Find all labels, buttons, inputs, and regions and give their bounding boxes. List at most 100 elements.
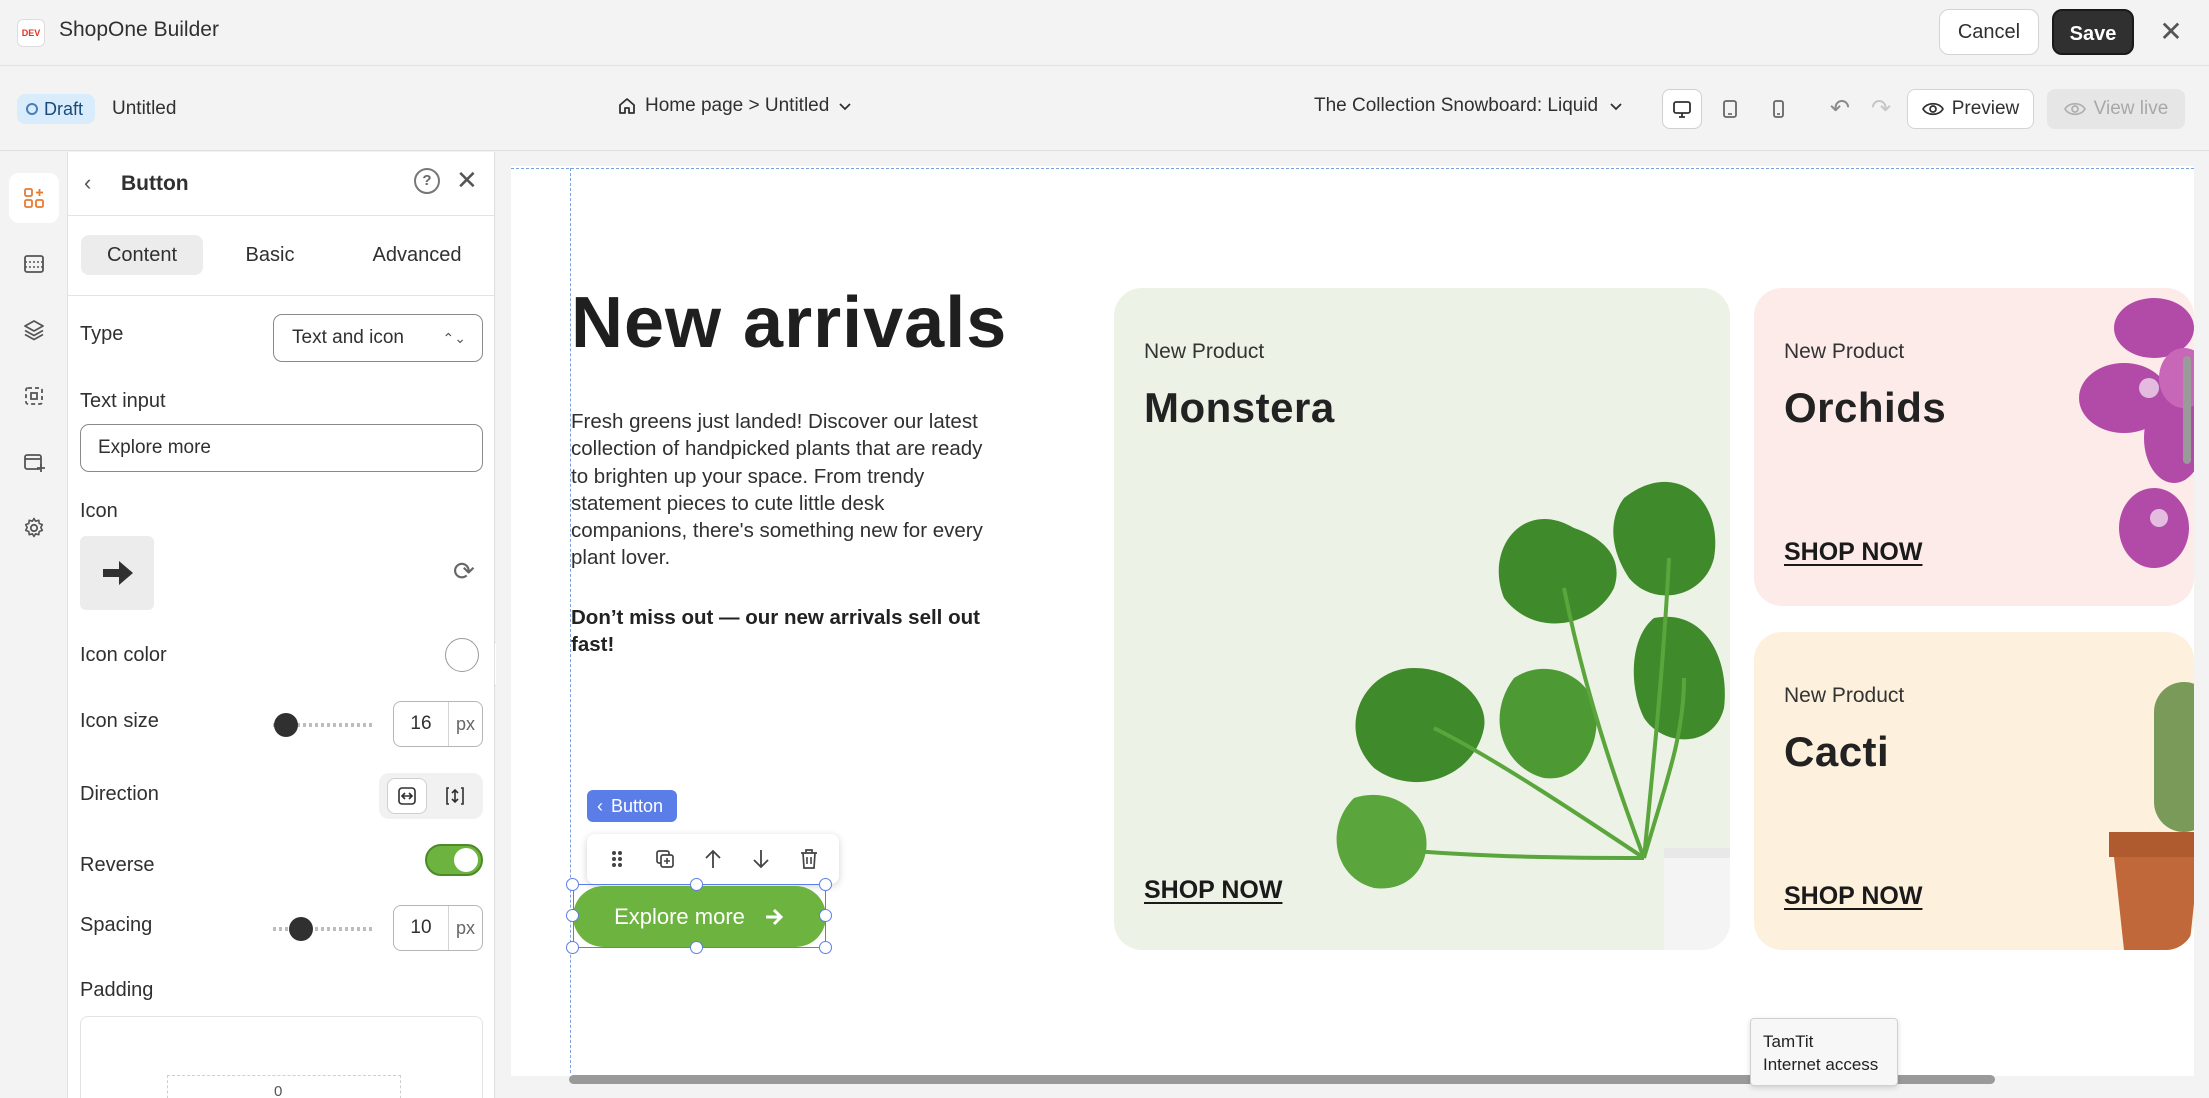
hero-heading[interactable]: New arrivals xyxy=(571,282,1007,364)
components-icon xyxy=(25,387,43,405)
add-elements-button[interactable] xyxy=(9,173,59,223)
direction-horizontal-button[interactable] xyxy=(387,778,427,814)
spacing-field[interactable]: 10 px xyxy=(393,905,483,951)
spacing-label: Spacing xyxy=(80,914,153,936)
document-title[interactable]: Untitled xyxy=(112,98,176,120)
theme-select-label: The Collection Snowboard: Liquid xyxy=(1314,95,1599,116)
app-title: ShopOne Builder xyxy=(59,18,219,41)
type-select[interactable]: Text and icon ⌃⌄ xyxy=(273,314,483,362)
pages-icon xyxy=(24,454,45,472)
icon-color-swatch[interactable] xyxy=(445,638,479,672)
arrow-right-icon xyxy=(103,561,133,585)
reverse-toggle[interactable] xyxy=(425,844,483,876)
drag-handle-icon[interactable] xyxy=(600,842,634,876)
resize-handle[interactable] xyxy=(690,941,703,954)
mobile-icon xyxy=(1773,100,1784,118)
resize-handle[interactable] xyxy=(690,878,703,891)
preview-label: Preview xyxy=(1951,98,2020,119)
layers-button[interactable] xyxy=(9,305,59,355)
tab-content[interactable]: Content xyxy=(81,235,203,275)
card-title: Cacti xyxy=(1784,728,1890,775)
mobile-view-button[interactable] xyxy=(1758,89,1798,129)
panel-title: Button xyxy=(121,172,189,195)
desktop-view-button[interactable] xyxy=(1662,89,1702,129)
resize-handle[interactable] xyxy=(819,909,832,922)
icon-size-field[interactable]: 16 px xyxy=(393,701,483,747)
close-icon[interactable]: ✕ xyxy=(2157,14,2185,50)
resize-handle[interactable] xyxy=(566,909,579,922)
trash-icon[interactable] xyxy=(792,842,826,876)
padding-inner-box: 0 xyxy=(167,1075,401,1098)
duplicate-icon[interactable] xyxy=(648,842,682,876)
shop-now-link[interactable]: SHOP NOW xyxy=(1784,538,1922,567)
selection-label[interactable]: ‹ Button xyxy=(587,790,678,822)
vertical-scrollbar-thumb[interactable] xyxy=(2183,356,2191,464)
resize-handle[interactable] xyxy=(819,941,832,954)
padding-top-value[interactable]: 0 xyxy=(274,1083,282,1098)
settings-button[interactable] xyxy=(9,503,59,553)
save-button[interactable]: Save xyxy=(2052,9,2134,55)
sections-button[interactable] xyxy=(9,239,59,289)
horizontal-direction-icon xyxy=(398,787,416,805)
close-icon[interactable]: ✕ xyxy=(456,165,478,196)
page-breadcrumb[interactable]: Home page > Untitled xyxy=(617,95,853,117)
pages-button[interactable] xyxy=(9,437,59,487)
sections-icon xyxy=(24,255,44,273)
app-logo: DEV xyxy=(17,19,45,47)
back-icon[interactable]: ‹ xyxy=(84,170,91,196)
shop-now-link[interactable]: SHOP NOW xyxy=(1144,876,1282,905)
cactus-pot-image xyxy=(2109,682,2194,950)
tab-advanced[interactable]: Advanced xyxy=(357,235,477,275)
view-live-button[interactable]: View live xyxy=(2047,89,2185,129)
tablet-view-button[interactable] xyxy=(1710,89,1750,129)
button-text-input[interactable]: Explore more xyxy=(80,424,483,472)
tab-basic[interactable]: Basic xyxy=(225,235,315,275)
resize-handle[interactable] xyxy=(819,878,832,891)
spacing-slider-thumb[interactable] xyxy=(289,917,313,941)
chevron-down-icon xyxy=(839,103,851,111)
eye-icon xyxy=(1921,102,1944,116)
shop-now-link[interactable]: SHOP NOW xyxy=(1784,882,1922,911)
resize-handle[interactable] xyxy=(566,941,579,954)
tablet-icon xyxy=(1723,100,1737,118)
move-down-icon[interactable] xyxy=(744,842,778,876)
desktop-icon xyxy=(1673,101,1691,118)
card-eyebrow: New Product xyxy=(1784,684,1905,707)
undo-icon[interactable]: ↶ xyxy=(1823,91,1857,127)
spacing-value[interactable]: 10 xyxy=(394,906,448,950)
editor-toolbar: Draft Untitled Home page > Untitled The … xyxy=(0,67,2209,151)
direction-vertical-button[interactable] xyxy=(435,778,475,814)
icon-label: Icon xyxy=(80,500,118,522)
resize-handle[interactable] xyxy=(566,878,579,891)
card-title: Monstera xyxy=(1144,384,1335,431)
icon-size-value[interactable]: 16 xyxy=(394,702,448,746)
title-bar: DEV ShopOne Builder Cancel Save ✕ xyxy=(0,0,2209,66)
type-select-value: Text and icon xyxy=(292,327,404,348)
vertical-scrollbar[interactable] xyxy=(2180,170,2190,1070)
spacing-slider-track[interactable] xyxy=(273,927,373,931)
move-up-icon[interactable] xyxy=(696,842,730,876)
orchid-flower-image xyxy=(2079,298,2194,568)
section-outline xyxy=(511,168,2194,169)
hero-description[interactable]: Fresh greens just landed! Discover our l… xyxy=(571,408,1001,572)
icon-size-slider-thumb[interactable] xyxy=(274,713,298,737)
components-button[interactable] xyxy=(9,371,59,421)
padding-label: Padding xyxy=(80,979,154,1001)
redo-icon[interactable]: ↷ xyxy=(1864,91,1898,127)
refresh-icon[interactable]: ⟳ xyxy=(453,556,475,587)
direction-label: Direction xyxy=(80,783,159,805)
settings-panel: ‹ Button ? ✕ Content Basic Advanced Type… xyxy=(68,152,495,1098)
product-card-cacti[interactable]: New Product Cacti SHOP NOW xyxy=(1754,632,2194,950)
help-icon[interactable]: ? xyxy=(414,168,440,194)
hero-note[interactable]: Don’t miss out — our new arrivals sell o… xyxy=(571,604,1011,658)
vertical-direction-icon xyxy=(446,787,464,805)
divider xyxy=(68,215,494,216)
product-card-orchids[interactable]: New Product Orchids SHOP NOW xyxy=(1754,288,2194,606)
theme-select[interactable]: The Collection Snowboard: Liquid xyxy=(1314,95,1624,117)
icon-picker[interactable] xyxy=(80,536,154,610)
chevron-updown-icon: ⌃⌄ xyxy=(442,330,466,346)
preview-button[interactable]: Preview xyxy=(1907,89,2034,129)
product-card-monstera[interactable]: New Product Monstera SHOP NOW xyxy=(1114,288,1730,950)
cancel-button[interactable]: Cancel xyxy=(1939,9,2039,55)
left-icon-rail xyxy=(0,152,68,1098)
